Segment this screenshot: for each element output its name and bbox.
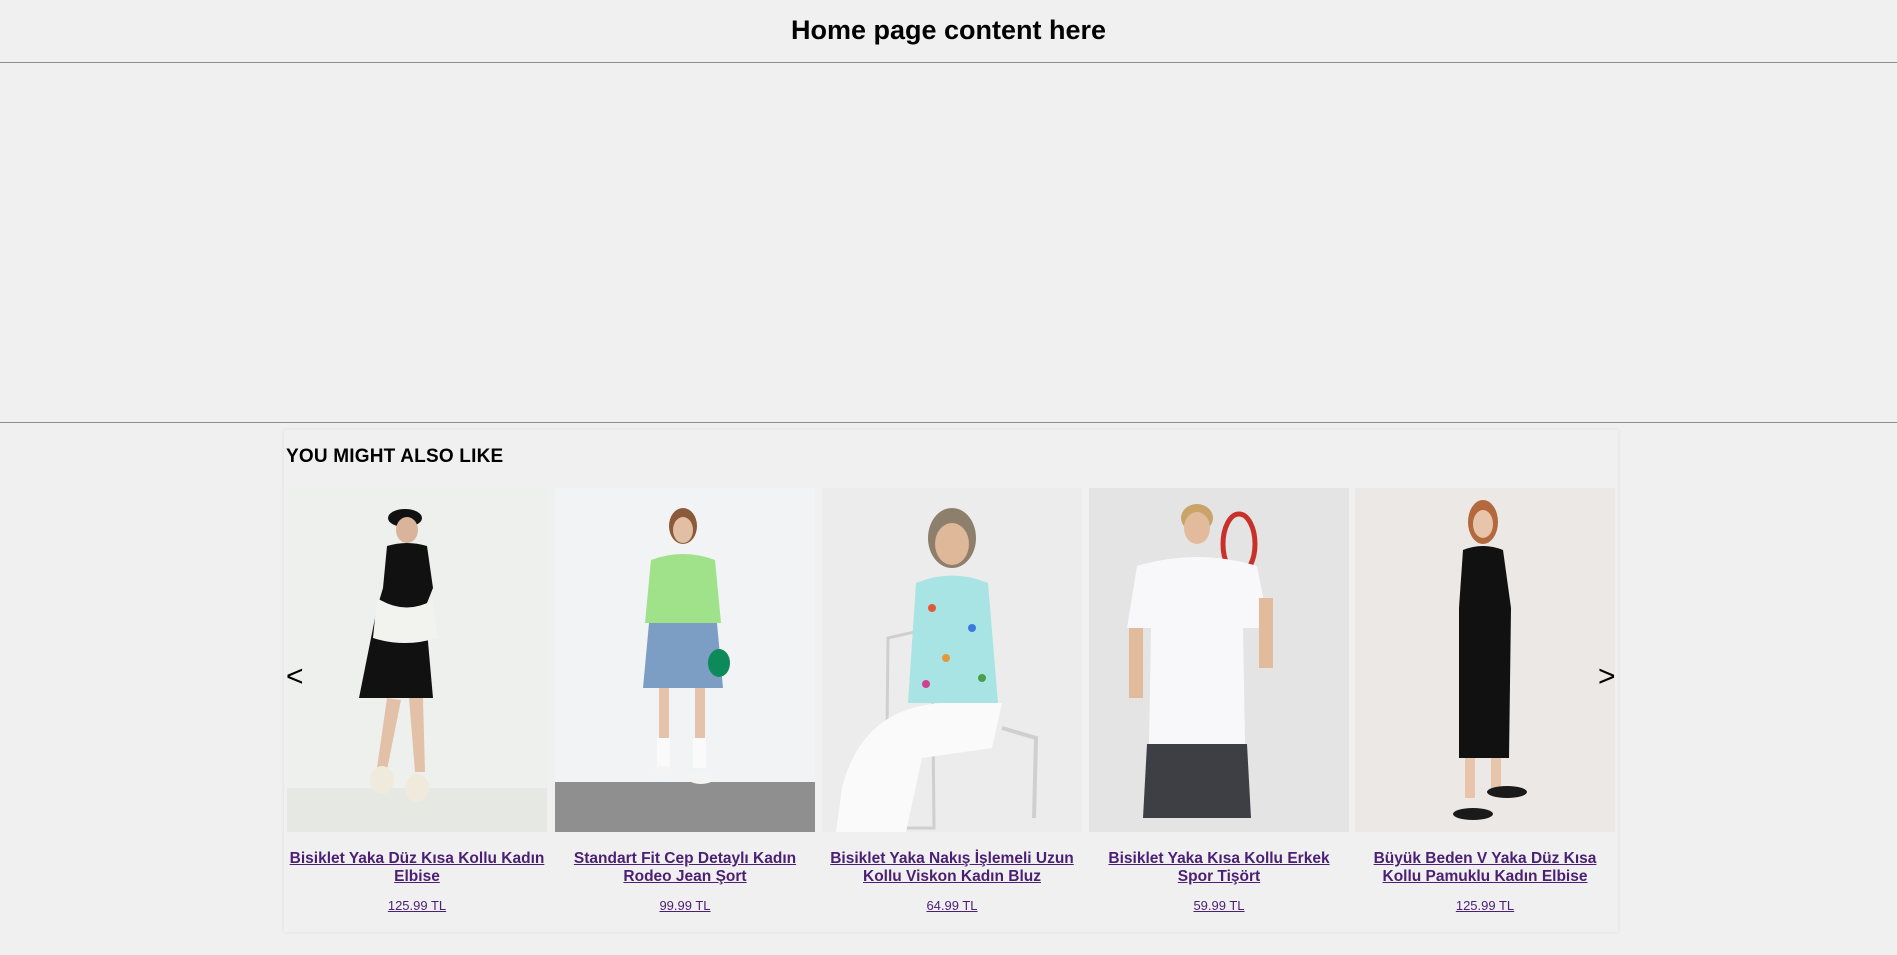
recommendations-carousel: YOU MIGHT ALSO LIKE < > Bisiklet Yaka Dü… bbox=[284, 430, 1618, 932]
product-card[interactable]: Büyük Beden V Yaka Düz Kısa Kollu Pamukl… bbox=[1355, 488, 1615, 913]
product-name-link[interactable]: Bisiklet Yaka Nakış İşlemeli Uzun Kollu … bbox=[822, 850, 1082, 885]
product-name-link[interactable]: Bisiklet Yaka Düz Kısa Kollu Kadın Elbis… bbox=[287, 850, 547, 885]
product-image[interactable] bbox=[1355, 488, 1615, 832]
page-title: Home page content here bbox=[790, 15, 1107, 45]
product-name-link[interactable]: Büyük Beden V Yaka Düz Kısa Kollu Pamukl… bbox=[1355, 850, 1615, 885]
page-header: Home page content here bbox=[0, 0, 1897, 63]
product-card[interactable]: Bisiklet Yaka Kısa Kollu Erkek Spor Tişö… bbox=[1089, 488, 1349, 913]
product-card[interactable]: Standart Fit Cep Detaylı Kadın Rodeo Jea… bbox=[555, 488, 815, 913]
product-price-link[interactable]: 125.99 TL bbox=[1355, 898, 1615, 913]
product-name-link[interactable]: Bisiklet Yaka Kısa Kollu Erkek Spor Tişö… bbox=[1089, 850, 1349, 885]
product-name-link[interactable]: Standart Fit Cep Detaylı Kadın Rodeo Jea… bbox=[555, 850, 815, 885]
product-price-link[interactable]: 59.99 TL bbox=[1089, 898, 1349, 913]
product-price-link[interactable]: 99.99 TL bbox=[555, 898, 815, 913]
product-price-link[interactable]: 64.99 TL bbox=[822, 898, 1082, 913]
product-image[interactable] bbox=[287, 488, 547, 832]
product-card[interactable]: Bisiklet Yaka Nakış İşlemeli Uzun Kollu … bbox=[822, 488, 1082, 913]
product-price-link[interactable]: 125.99 TL bbox=[287, 898, 547, 913]
recommendations-heading: YOU MIGHT ALSO LIKE bbox=[286, 446, 504, 467]
carousel-next-button[interactable]: > bbox=[1598, 662, 1616, 692]
product-image[interactable] bbox=[555, 488, 815, 832]
product-image[interactable] bbox=[822, 488, 1082, 832]
home-content-area bbox=[0, 63, 1897, 423]
product-image[interactable] bbox=[1089, 488, 1349, 832]
carousel-prev-button[interactable]: < bbox=[286, 662, 304, 692]
product-card[interactable]: Bisiklet Yaka Düz Kısa Kollu Kadın Elbis… bbox=[287, 488, 547, 913]
